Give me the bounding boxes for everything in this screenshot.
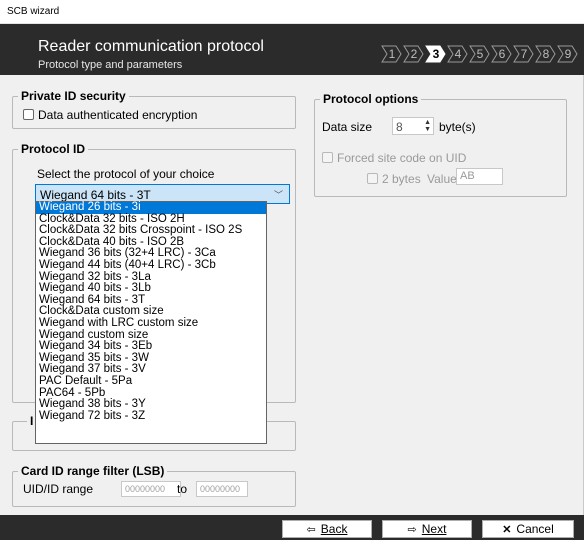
data-size-value: 8 xyxy=(396,120,403,134)
step-number: 1 xyxy=(388,47,396,61)
next-label: Next xyxy=(421,522,447,536)
close-icon: ✕ xyxy=(502,523,512,536)
step-2: 2 xyxy=(403,45,425,63)
protocol-prompt: Select the protocol of your choice xyxy=(37,167,215,181)
step-3: 3 xyxy=(425,45,447,63)
range-to-label: to xyxy=(177,482,188,496)
protocol-selected-value: Wiegand 64 bits - 3T xyxy=(40,188,151,202)
step-indicator: 123456789 xyxy=(381,45,579,63)
step-number: 2 xyxy=(410,47,418,61)
forced-site-checkbox[interactable] xyxy=(322,152,333,163)
data-size-label: Data size xyxy=(322,120,373,134)
window-title: SCB wizard xyxy=(7,6,60,17)
next-button[interactable]: ⇨ Next xyxy=(382,520,472,538)
data-size-spinner[interactable]: 8 ▲ ▼ xyxy=(392,117,434,135)
arrow-right-icon: ⇨ xyxy=(407,523,417,536)
value-label: Value xyxy=(427,172,457,186)
step-number: 7 xyxy=(520,47,528,61)
protocol-option[interactable]: Wiegand 44 bits (40+4 LRC) - 3Cb xyxy=(36,259,266,272)
two-bytes-label: 2 bytes xyxy=(382,172,421,186)
step-number: 6 xyxy=(498,47,506,61)
cancel-label: Cancel xyxy=(516,522,554,536)
protocol-option[interactable]: Wiegand 34 bits - 3Eb xyxy=(36,341,266,353)
protocol-id-legend: Protocol ID xyxy=(18,142,89,156)
forced-site-label: Forced site code on UID xyxy=(337,151,467,165)
step-9: 9 xyxy=(557,45,579,63)
two-bytes-checkbox[interactable] xyxy=(367,173,378,184)
step-5: 5 xyxy=(469,45,491,63)
card-filter-group: Card ID range filter (LSB) UID/ID range … xyxy=(12,464,296,507)
spinner-arrows-icon[interactable]: ▲ ▼ xyxy=(424,119,431,133)
cancel-button[interactable]: ✕ Cancel xyxy=(482,520,574,538)
step-8: 8 xyxy=(535,45,557,63)
step-7: 7 xyxy=(513,45,535,63)
encryption-checkbox[interactable] xyxy=(23,109,34,120)
card-filter-legend: Card ID range filter (LSB) xyxy=(18,464,168,478)
chevron-down-icon[interactable]: ﹀ xyxy=(274,188,283,201)
protocol-option[interactable]: Wiegand with LRC custom size xyxy=(36,317,266,330)
encryption-label: Data authenticated encryption xyxy=(38,108,198,122)
encryption-option[interactable]: Data authenticated encryption xyxy=(23,108,197,122)
protocol-option[interactable]: Wiegand 72 bits - 3Z xyxy=(36,410,266,423)
step-number: 8 xyxy=(542,47,550,61)
private-id-legend: Private ID security xyxy=(18,89,129,103)
step-number: 9 xyxy=(564,47,572,61)
back-button[interactable]: ⇦ Back xyxy=(282,520,372,538)
data-size-unit: byte(s) xyxy=(439,120,476,134)
step-6: 6 xyxy=(491,45,513,63)
step-1: 1 xyxy=(381,45,403,63)
forced-site-option[interactable]: Forced site code on UID xyxy=(322,151,466,165)
range-from-input[interactable]: 00000000 xyxy=(121,481,181,497)
title-bar: SCB wizard xyxy=(0,0,584,24)
step-number: 3 xyxy=(432,47,440,61)
step-number: 5 xyxy=(476,47,484,61)
wizard-header: Reader communication protocol Protocol t… xyxy=(0,24,584,75)
protocol-option[interactable]: Wiegand 26 bits - 3i xyxy=(36,201,266,214)
back-label: Back xyxy=(320,522,348,536)
page-title: Reader communication protocol xyxy=(38,38,264,55)
step-number: 4 xyxy=(454,47,462,61)
protocol-options-group: Protocol options Data size 8 ▲ ▼ byte(s) … xyxy=(314,92,567,197)
arrow-left-icon: ⇦ xyxy=(306,523,316,536)
step-4: 4 xyxy=(447,45,469,63)
range-to-input[interactable]: 00000000 xyxy=(196,481,248,497)
two-bytes-option[interactable]: 2 bytes xyxy=(367,172,421,186)
protocol-option[interactable]: PAC Default - 5Pa xyxy=(36,375,266,388)
protocol-option[interactable]: Wiegand 40 bits - 3Lb xyxy=(36,283,266,295)
protocol-dropdown-list[interactable]: Wiegand 26 bits - 3i Clock&Data 32 bits -… xyxy=(35,201,267,444)
range-label: UID/ID range xyxy=(23,482,94,496)
page-subtitle: Protocol type and parameters xyxy=(38,59,183,71)
protocol-options-legend: Protocol options xyxy=(320,92,422,106)
protocol-option[interactable]: Wiegand 38 bits - 3Y xyxy=(36,398,266,411)
private-id-group: Private ID security Data authenticated e… xyxy=(12,89,296,129)
value-input[interactable]: AB xyxy=(456,168,503,185)
